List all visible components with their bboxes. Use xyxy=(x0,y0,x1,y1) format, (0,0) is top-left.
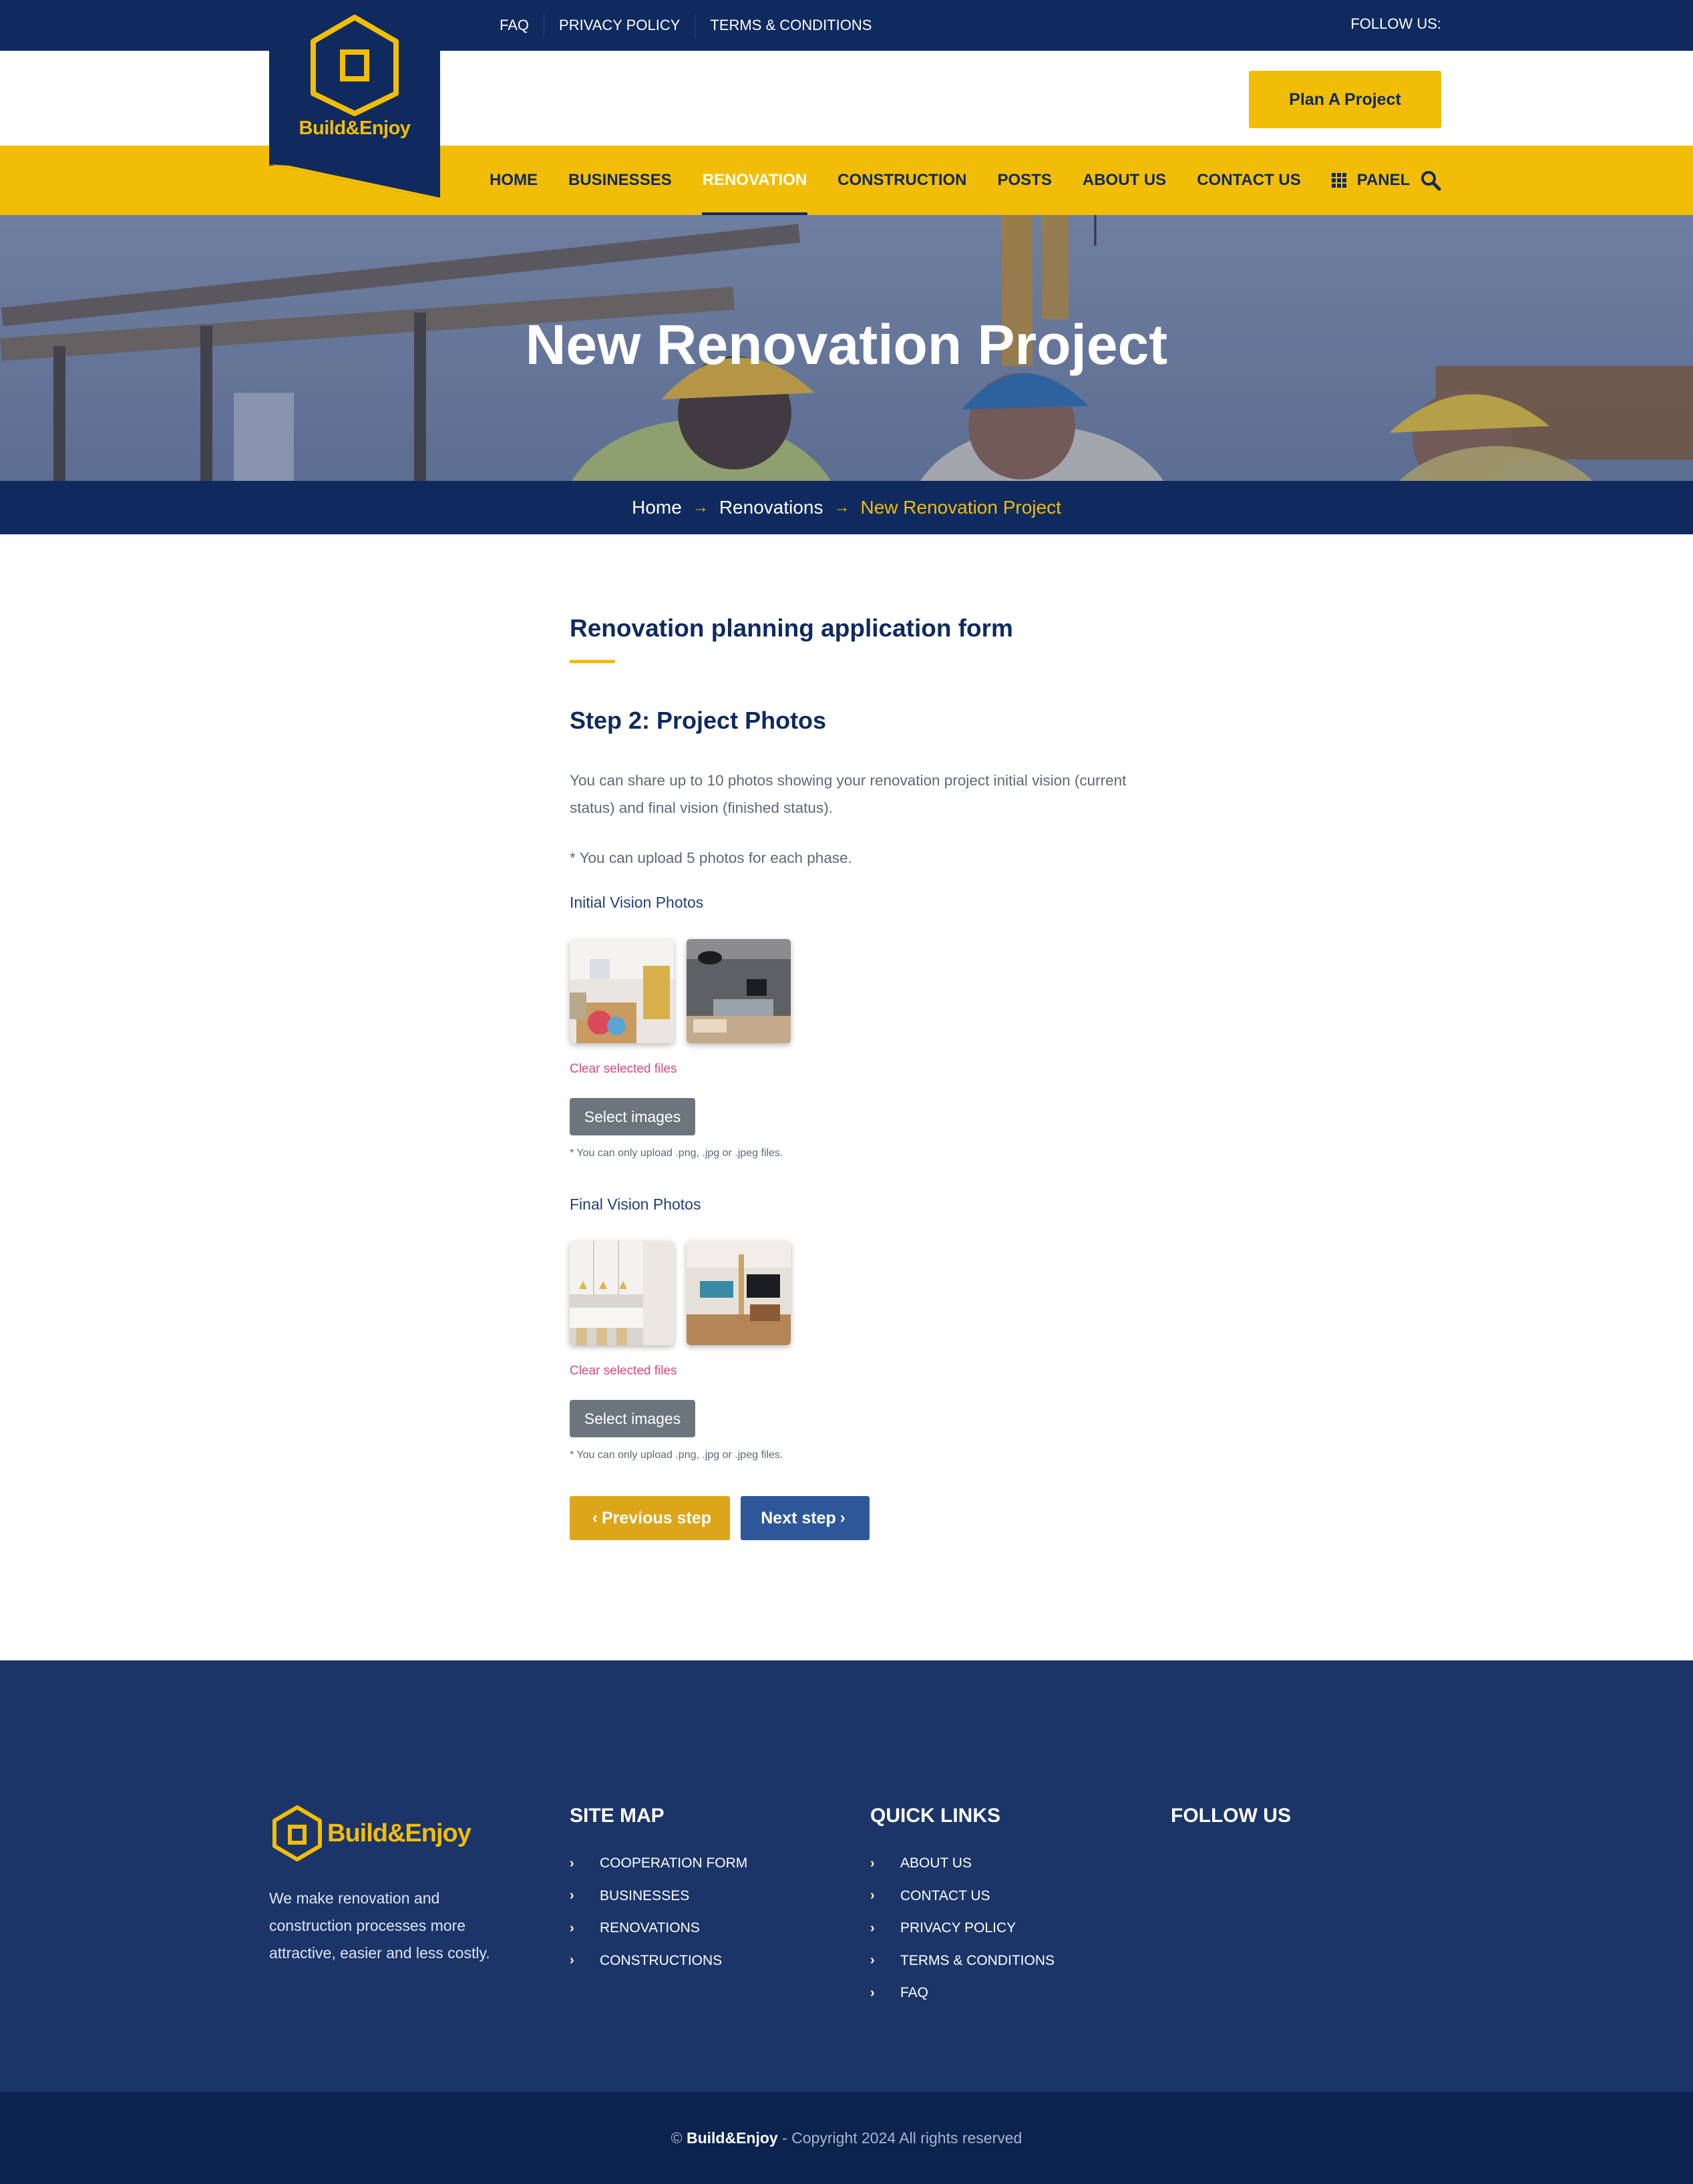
modern-living-room-photo xyxy=(687,1241,791,1345)
site-map-heading: SITE MAP xyxy=(570,1805,665,1827)
list-item[interactable]: › TERMS & CONDITIONS xyxy=(870,1945,1055,1978)
chevron-left-icon: ‹ xyxy=(592,1509,598,1527)
previous-step-button[interactable]: ‹ Previous step xyxy=(570,1496,730,1540)
copyright-brand: Build&Enjoy xyxy=(686,2129,778,2147)
final-vision-label: Final Vision Photos xyxy=(570,1196,701,1213)
quick-link: PRIVACY POLICY xyxy=(900,1920,1016,1936)
top-link-privacy-policy[interactable]: PRIVACY POLICY xyxy=(544,13,696,37)
house-hexagon-icon xyxy=(272,1805,322,1861)
select-final-images-button[interactable]: Select images xyxy=(570,1400,695,1437)
list-item[interactable]: › PRIVACY POLICY xyxy=(870,1912,1055,1945)
quick-link: ABOUT US xyxy=(900,1855,972,1871)
top-link-terms[interactable]: TERMS & CONDITIONS xyxy=(695,13,886,37)
quick-links-heading: QUICK LINKS xyxy=(870,1805,1000,1827)
site-map-list: › COOPERATION FORM › BUSINESSES › RENOVATIO… xyxy=(570,1847,747,1977)
final-photo-thumbnail[interactable] xyxy=(570,1241,674,1345)
chevron-right-icon: › xyxy=(870,1855,875,1871)
chevron-right-icon: › xyxy=(570,1888,574,1903)
copyright-symbol: © xyxy=(671,2129,687,2147)
search-icon[interactable] xyxy=(1420,170,1441,191)
initial-vision-label: Initial Vision Photos xyxy=(570,894,704,911)
kitchen-photo xyxy=(570,1241,674,1345)
top-link-faq[interactable]: FAQ xyxy=(485,13,545,37)
chevron-right-icon: › xyxy=(839,1509,845,1527)
title-underline xyxy=(570,660,615,663)
list-item[interactable]: › RENOVATIONS xyxy=(570,1912,747,1945)
nav-item-construction[interactable]: CONSTRUCTION xyxy=(822,146,982,215)
list-item[interactable]: › CONTACT US xyxy=(870,1880,1055,1913)
chevron-right-icon: › xyxy=(570,1953,574,1968)
chevron-right-icon: › xyxy=(870,1888,875,1903)
bedroom-photo xyxy=(570,939,674,1043)
living-room-photo xyxy=(687,939,791,1043)
chevron-right-icon: › xyxy=(870,1953,875,1968)
top-links: FAQ PRIVACY POLICY TERMS & CONDITIONS xyxy=(485,0,886,51)
chevron-right-icon: › xyxy=(870,1985,875,2000)
initial-photo-thumbnail[interactable] xyxy=(570,939,674,1043)
next-step-button[interactable]: Next step › xyxy=(741,1496,870,1540)
copyright-text: - Copyright 2024 All rights reserved xyxy=(782,2129,1022,2147)
plan-project-button[interactable]: Plan A Project xyxy=(1249,71,1441,128)
list-item[interactable]: › ABOUT US xyxy=(870,1847,1055,1880)
nav-item-renovation[interactable]: RENOVATION xyxy=(687,146,822,215)
clear-final-files-link[interactable]: Clear selected files xyxy=(570,1364,677,1379)
list-item[interactable]: › CONSTRUCTIONS xyxy=(570,1945,747,1978)
logo-wordmark: Build&Enjoy xyxy=(299,118,411,139)
site-map-link: COOPERATION FORM xyxy=(600,1855,748,1871)
list-item[interactable]: › COOPERATION FORM xyxy=(570,1847,747,1880)
arrow-right-icon: → xyxy=(833,498,850,516)
logo-flag-decoration xyxy=(269,164,440,200)
chevron-right-icon: › xyxy=(570,1855,574,1871)
clear-initial-files-link[interactable]: Clear selected files xyxy=(570,1062,677,1077)
site-map-link: BUSINESSES xyxy=(600,1887,690,1903)
final-photo-thumbnail[interactable] xyxy=(687,1241,791,1345)
nav-item-businesses[interactable]: BUSINESSES xyxy=(553,146,687,215)
step-title: Step 2: Project Photos xyxy=(570,707,827,734)
breadcrumb-current: New Renovation Project xyxy=(860,497,1061,518)
arrow-right-icon: → xyxy=(692,498,709,516)
step-description: You can share up to 10 photos showing yo… xyxy=(570,772,1127,816)
house-hexagon-icon xyxy=(311,15,399,116)
form-title: Renovation planning application form xyxy=(570,614,1013,642)
copyright-bar: © Build&Enjoy - Copyright 2024 All right… xyxy=(0,2092,1693,2184)
footer-description: We make renovation and construction proc… xyxy=(269,1889,490,1962)
select-initial-images-button[interactable]: Select images xyxy=(570,1098,695,1135)
breadcrumb-home[interactable]: Home xyxy=(632,497,682,518)
nav-item-about-us[interactable]: ABOUT US xyxy=(1067,146,1181,215)
nav-item-posts[interactable]: POSTS xyxy=(982,146,1067,215)
quick-link: TERMS & CONDITIONS xyxy=(900,1952,1055,1968)
quick-links-list: › ABOUT US › CONTACT US › PRIVACY POLICY › T… xyxy=(870,1847,1055,2010)
grid-icon xyxy=(1331,173,1346,188)
list-item[interactable]: › BUSINESSES xyxy=(570,1880,747,1913)
previous-step-label: Previous step xyxy=(602,1508,711,1527)
next-step-label: Next step xyxy=(761,1508,836,1527)
file-type-hint: * You can only upload .png, .jpg or .jpe… xyxy=(570,1449,783,1461)
initial-photo-thumbnail[interactable] xyxy=(687,939,791,1043)
breadcrumb-renovations[interactable]: Renovations xyxy=(719,497,823,518)
site-map-link: CONSTRUCTIONS xyxy=(600,1952,723,1968)
site-map-link: RENOVATIONS xyxy=(600,1920,700,1936)
follow-us-heading: FOLLOW US xyxy=(1171,1805,1291,1827)
nav-item-home[interactable]: HOME xyxy=(474,146,553,215)
chevron-right-icon: › xyxy=(870,1920,875,1936)
page-title: New Renovation Project xyxy=(525,313,1168,376)
follow-us-label: FOLLOW US: xyxy=(1350,15,1441,32)
quick-link: CONTACT US xyxy=(900,1887,990,1903)
list-item[interactable]: › FAQ xyxy=(870,1977,1055,2010)
nav-item-panel-label: PANEL xyxy=(1356,171,1410,189)
nav-item-panel[interactable]: PANEL xyxy=(1316,146,1426,215)
footer-logo-wordmark[interactable]: Build&Enjoy xyxy=(327,1819,472,1848)
file-type-hint: * You can only upload .png, .jpg or .jpe… xyxy=(570,1147,783,1159)
breadcrumb: Home → Renovations → New Renovation Proj… xyxy=(0,481,1693,534)
nav-item-contact-us[interactable]: CONTACT US xyxy=(1181,146,1316,215)
quick-link: FAQ xyxy=(900,1985,929,2001)
footer xyxy=(0,1660,1693,2092)
site-logo[interactable] xyxy=(269,0,440,166)
upload-note: * You can upload 5 photos for each phase… xyxy=(570,850,852,866)
main-nav: HOME BUSINESSES RENOVATION CONSTRUCTION … xyxy=(474,146,1425,215)
chevron-right-icon: › xyxy=(570,1920,574,1936)
